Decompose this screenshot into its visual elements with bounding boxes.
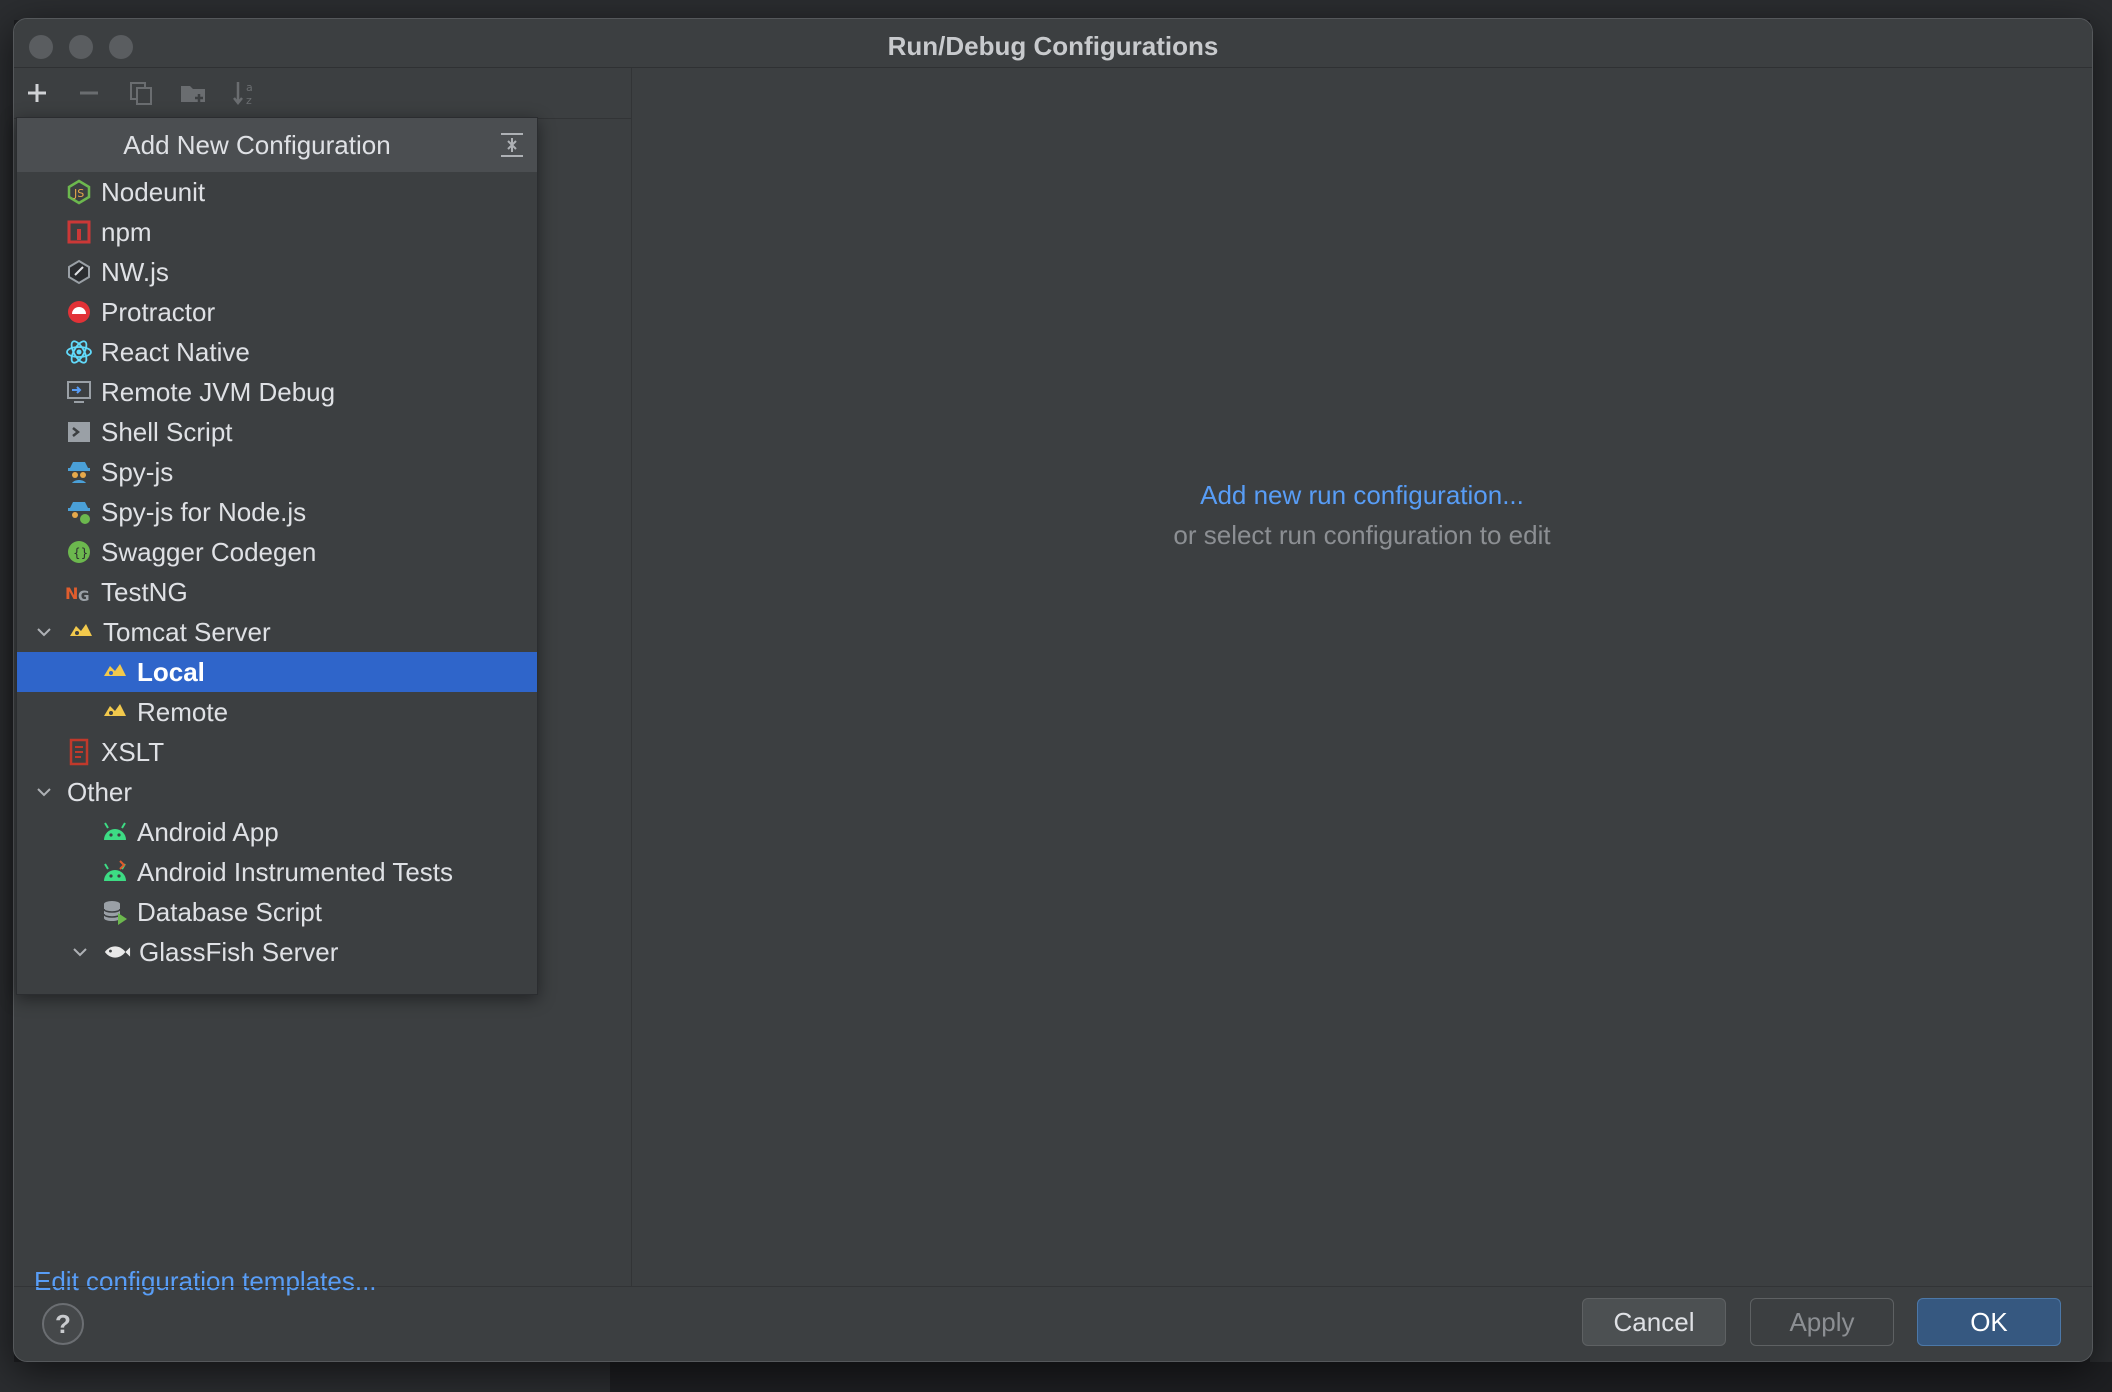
chevron-down-icon[interactable] bbox=[67, 939, 93, 965]
configuration-details-pane: Add new run configuration... or select r… bbox=[632, 68, 2092, 1286]
database-script-icon bbox=[101, 898, 129, 926]
apply-button[interactable]: Apply bbox=[1750, 1298, 1894, 1346]
list-item-remote-jvm-debug[interactable]: Remote JVM Debug bbox=[17, 372, 537, 412]
minus-icon bbox=[80, 91, 98, 95]
configurations-toolbar: az bbox=[14, 68, 631, 119]
add-new-run-configuration-link[interactable]: Add new run configuration... bbox=[632, 480, 2092, 511]
plus-icon bbox=[28, 84, 46, 102]
tree-node-tomcat-local[interactable]: Local bbox=[17, 652, 537, 692]
svg-text:a: a bbox=[246, 81, 253, 94]
list-item-android-instrumented-tests[interactable]: Android Instrumented Tests bbox=[17, 852, 537, 892]
svg-text:z: z bbox=[246, 94, 252, 107]
background-editor-left bbox=[0, 0, 14, 1392]
tree-node-tomcat-server[interactable]: Tomcat Server bbox=[17, 612, 537, 652]
nodeunit-icon: JS bbox=[65, 178, 93, 206]
svg-text:G: G bbox=[78, 589, 90, 605]
android-test-icon bbox=[101, 858, 129, 886]
chevron-down-icon[interactable] bbox=[31, 779, 57, 805]
react-icon bbox=[65, 338, 93, 366]
list-item-swagger-codegen[interactable]: {} Swagger Codegen bbox=[17, 532, 537, 572]
npm-icon bbox=[65, 218, 93, 246]
tomcat-icon bbox=[101, 698, 129, 726]
list-item-nwjs[interactable]: NW.js bbox=[17, 252, 537, 292]
popup-header: Add New Configuration bbox=[17, 118, 537, 172]
title-bar: Run/Debug Configurations bbox=[14, 19, 2092, 68]
tomcat-icon bbox=[67, 618, 95, 646]
list-item-spy-js[interactable]: Spy-js bbox=[17, 452, 537, 492]
chevron-down-icon[interactable] bbox=[31, 619, 57, 645]
tree-node-glassfish-server[interactable]: GlassFish Server bbox=[17, 932, 537, 972]
list-item-spy-js-node[interactable]: Spy-js for Node.js bbox=[17, 492, 537, 532]
spyjs-node-icon bbox=[65, 498, 93, 526]
tree-node-other[interactable]: Other bbox=[17, 772, 537, 812]
shell-script-icon bbox=[65, 418, 93, 446]
dialog-title: Run/Debug Configurations bbox=[887, 31, 1219, 61]
list-item-react-native[interactable]: React Native bbox=[17, 332, 537, 372]
configuration-types-list: JS Nodeunit npm NW.js Protractor React N… bbox=[17, 172, 537, 994]
tree-node-tomcat-remote[interactable]: Remote bbox=[17, 692, 537, 732]
add-new-configuration-popup: Add New Configuration JS Nodeunit npm NW… bbox=[16, 117, 538, 995]
sort-configurations-button[interactable]: az bbox=[228, 76, 262, 110]
list-item-android-app[interactable]: Android App bbox=[17, 812, 537, 852]
collapse-all-button[interactable] bbox=[495, 128, 529, 162]
background-editor-right bbox=[2090, 0, 2112, 1392]
tomcat-icon bbox=[101, 658, 129, 686]
list-item-xslt[interactable]: XSLT bbox=[17, 732, 537, 772]
ok-button[interactable]: OK bbox=[1917, 1298, 2061, 1346]
collapse-all-icon bbox=[501, 133, 523, 157]
spyjs-icon bbox=[65, 458, 93, 486]
background-editor-tabs bbox=[0, 0, 2112, 20]
empty-state-hint: or select run configuration to edit bbox=[1173, 520, 1551, 550]
list-item-nodeunit[interactable]: JS Nodeunit bbox=[17, 172, 537, 212]
svg-text:N: N bbox=[65, 584, 78, 603]
folder-add-icon bbox=[181, 86, 205, 102]
list-item-npm[interactable]: npm bbox=[17, 212, 537, 252]
help-button[interactable]: ? bbox=[42, 1303, 84, 1345]
new-folder-button[interactable] bbox=[176, 76, 210, 110]
remote-debug-icon bbox=[65, 378, 93, 406]
list-item-testng[interactable]: NG TestNG bbox=[17, 572, 537, 612]
dialog-footer: ? Cancel Apply OK bbox=[14, 1286, 2092, 1361]
popup-title: Add New Configuration bbox=[123, 130, 391, 160]
swagger-icon: {} bbox=[65, 538, 93, 566]
sort-alpha-icon: az bbox=[233, 81, 253, 107]
list-item-protractor[interactable]: Protractor bbox=[17, 292, 537, 332]
svg-text:{}: {} bbox=[73, 546, 88, 560]
protractor-icon bbox=[65, 298, 93, 326]
copy-icon bbox=[130, 82, 152, 105]
list-item-shell-script[interactable]: Shell Script bbox=[17, 412, 537, 452]
background-editor-bottom bbox=[0, 1362, 2112, 1392]
copy-configuration-button[interactable] bbox=[124, 76, 158, 110]
remove-configuration-button[interactable] bbox=[72, 76, 106, 110]
cancel-button[interactable]: Cancel bbox=[1582, 1298, 1726, 1346]
testng-icon: NG bbox=[65, 578, 93, 606]
xslt-icon bbox=[65, 738, 93, 766]
android-icon bbox=[101, 818, 129, 846]
list-item-database-script[interactable]: Database Script bbox=[17, 892, 537, 932]
nwjs-icon bbox=[65, 258, 93, 286]
glassfish-icon bbox=[103, 938, 131, 966]
add-configuration-button[interactable] bbox=[20, 76, 54, 110]
svg-text:JS: JS bbox=[73, 187, 84, 200]
